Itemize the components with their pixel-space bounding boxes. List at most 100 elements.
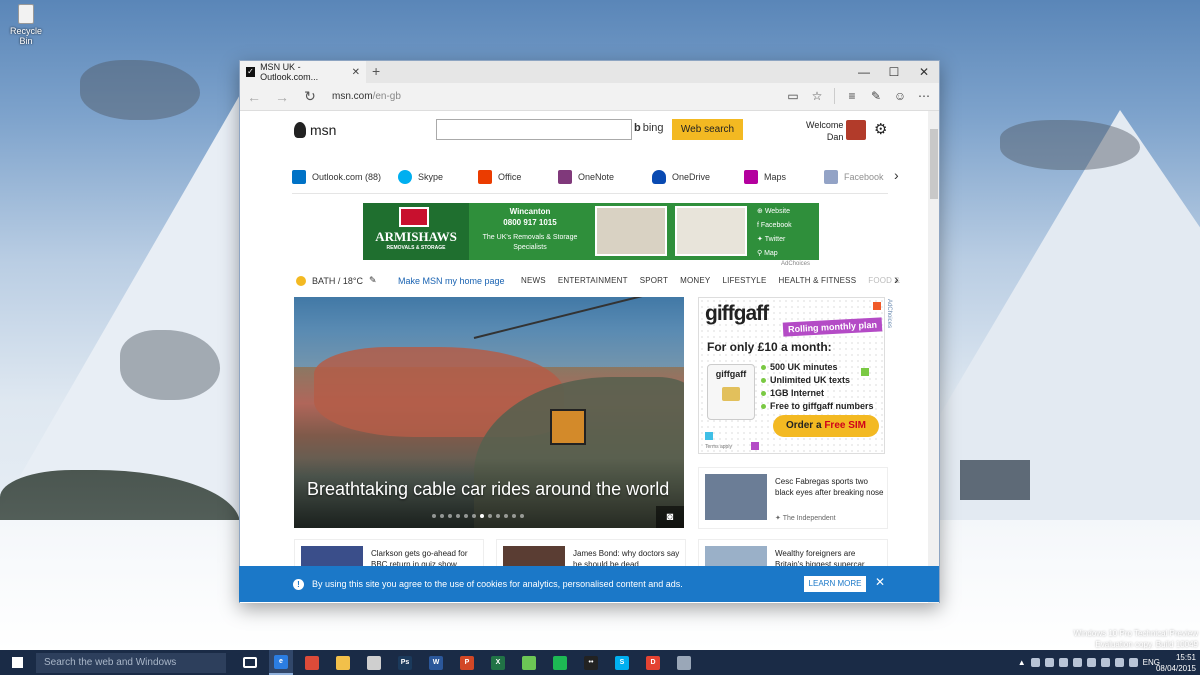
taskbar-app-photoshop[interactable]: Ps [393,650,417,675]
ad-link-facebook[interactable]: f Facebook [757,219,815,233]
carousel-dot[interactable] [496,514,500,518]
pencil-edit-icon[interactable]: ✎ [369,275,377,286]
more-actions-icon[interactable]: ⋯ [915,87,933,105]
network-icon[interactable] [1100,658,1110,667]
carousel-dot[interactable] [520,514,524,518]
carousel-dot[interactable] [456,514,460,518]
news-card[interactable]: Cesc Fabregas sports two black eyes afte… [698,467,888,529]
make-home-page-link[interactable]: Make MSN my home page [398,276,505,286]
taskbar-app-app-misc[interactable] [672,650,696,675]
tray-app-icon[interactable] [1058,658,1068,667]
web-search-button[interactable]: Web search [672,119,743,140]
carousel-dot[interactable] [480,514,484,518]
nav-money[interactable]: MONEY [680,276,710,285]
excel-icon: X [491,655,505,670]
carousel-dot[interactable] [448,514,452,518]
app-link-onedrive[interactable]: OneDrive [652,170,744,184]
giffgaff-adchoices-label[interactable]: AdChoices [886,299,892,328]
app-link-office[interactable]: Office [478,170,558,184]
ad-tagline: The UK's Removals & Storage Specialists [482,234,578,251]
reading-view-icon[interactable]: ▭ [784,87,802,105]
tab-close-icon[interactable]: ✕ [352,67,360,78]
ad-link-twitter[interactable]: ✦ Twitter [757,233,815,247]
tray-app-icon[interactable] [1044,658,1054,667]
weather-widget[interactable]: BATH / 18°C ✎ [296,275,377,286]
camera-icon[interactable]: ◙ [656,506,684,528]
taskbar-clock[interactable]: 15:51 08/04/2015 [1156,652,1196,674]
carousel-dot[interactable] [504,514,508,518]
user-name[interactable]: Dan [806,131,844,143]
taskbar-app-app-dark[interactable]: •• [579,650,603,675]
carousel-dot[interactable] [512,514,516,518]
recycle-bin-shortcut[interactable]: Recycle Bin [4,4,48,46]
tray-app-icon[interactable] [1030,658,1040,667]
start-button[interactable] [0,650,34,675]
new-tab-button[interactable]: + [372,63,380,79]
feedback-smiley-icon[interactable]: ☺ [891,87,909,105]
forward-arrow-icon[interactable]: → [268,89,296,105]
taskbar-app-excel[interactable]: X [486,650,510,675]
minimize-button[interactable]: — [849,61,879,83]
favorite-star-icon[interactable]: ☆ [808,87,826,105]
app-link-skype[interactable]: Skype [398,170,478,184]
taskbar-app-word[interactable]: W [424,650,448,675]
app-link-onenote[interactable]: OneNote [558,170,652,184]
refresh-icon[interactable]: ↻ [296,88,324,105]
taskbar-app-powerpoint[interactable]: P [455,650,479,675]
nav-health-fitness[interactable]: HEALTH & FITNESS [779,276,857,285]
carousel-dot[interactable] [472,514,476,518]
app-link-outlook[interactable]: Outlook.com (88) [292,170,398,184]
taskbar-app-task-view[interactable] [238,650,262,675]
taskbar-app-store[interactable] [362,650,386,675]
apps-scroll-right-chevron-icon[interactable]: › [894,167,899,183]
app-link-facebook[interactable]: Facebook [824,170,884,184]
browser-tab-msn[interactable]: ✓ MSN UK - Outlook.com... ✕ [240,61,366,83]
taskbar-app-chrome[interactable] [300,650,324,675]
order-free-sim-button[interactable]: Order a Free SIM [773,415,879,437]
tray-app-icon[interactable] [1072,658,1082,667]
carousel-dot[interactable] [432,514,436,518]
taskbar-app-file-explorer[interactable] [331,650,355,675]
web-note-icon[interactable]: ✎ [867,87,885,105]
taskbar-search-box[interactable]: Search the web and Windows [36,652,226,673]
hero-title[interactable]: Breathtaking cable car rides around the … [307,479,669,500]
maximize-button[interactable]: ☐ [879,61,909,83]
search-input[interactable] [437,120,627,139]
ad-link-website[interactable]: ⊕ Website [757,205,815,219]
tray-expand-chevron-icon[interactable]: ▲ [1018,658,1026,667]
back-arrow-icon[interactable]: ← [240,89,268,105]
taskbar-app-todoist[interactable]: D [641,650,665,675]
gear-icon[interactable]: ⚙ [874,120,887,138]
app-link-maps[interactable]: Maps [744,170,824,184]
ad-link-map[interactable]: ⚲ Map [757,247,815,261]
hero-carousel[interactable]: Breathtaking cable car rides around the … [294,297,684,528]
msn-logo[interactable]: msn [294,122,336,138]
nav-scroll-right-chevron-icon[interactable]: › [894,271,899,287]
page-scrollbar[interactable] [927,111,939,603]
taskbar-app-spotify[interactable] [548,650,572,675]
taskbar-app-feedly[interactable] [517,650,541,675]
learn-more-button[interactable]: LEARN MORE [804,576,866,592]
armishaws-ad[interactable]: ARMISHAWS REMOVALS & STORAGE Wincanton 0… [363,203,819,260]
notifications-icon[interactable] [1128,658,1138,667]
tray-app-icon[interactable] [1086,658,1096,667]
volume-icon[interactable] [1114,658,1124,667]
address-bar[interactable]: msn.com/en-gb [332,91,401,102]
carousel-dot[interactable] [440,514,444,518]
nav-entertainment[interactable]: ENTERTAINMENT [558,276,628,285]
scrollbar-thumb[interactable] [930,129,938,199]
nav-lifestyle[interactable]: LIFESTYLE [722,276,766,285]
news-source: ✦ The Independent [775,515,836,522]
taskbar-app-edge[interactable]: e [269,650,293,675]
hub-icon[interactable]: ≡ [843,87,861,105]
avatar[interactable] [846,120,866,140]
giffgaff-ad[interactable]: giffgaff Rolling monthly plan For only £… [698,297,885,454]
taskbar-app-skype[interactable]: S [610,650,634,675]
cookie-close-icon[interactable]: ✕ [875,575,885,589]
adchoices-label[interactable]: AdChoices [781,261,810,267]
close-window-button[interactable]: ✕ [909,61,939,83]
nav-news[interactable]: NEWS [521,276,546,285]
nav-sport[interactable]: SPORT [640,276,668,285]
carousel-dot[interactable] [464,514,468,518]
carousel-dot[interactable] [488,514,492,518]
